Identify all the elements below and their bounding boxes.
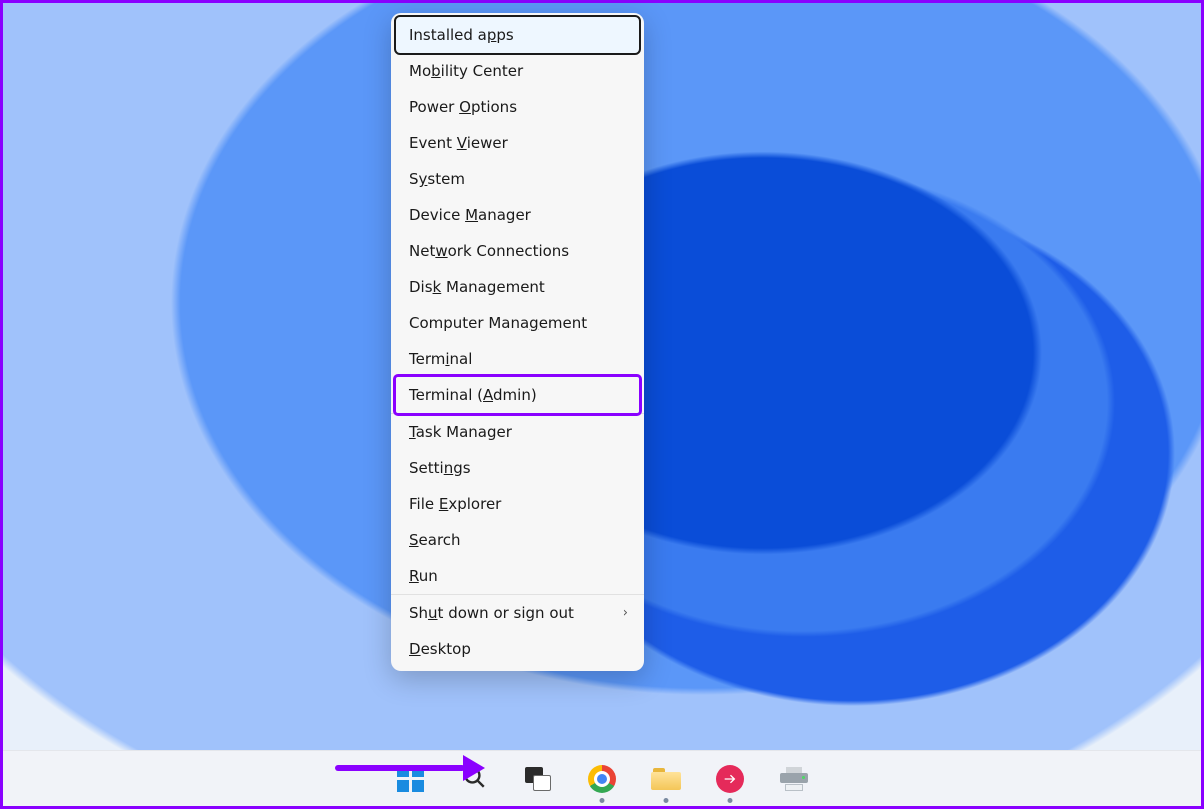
file-explorer-button[interactable]	[646, 759, 686, 799]
menu-item-mobility-center[interactable]: Mobility Center	[391, 53, 644, 89]
running-indicator-icon	[664, 798, 669, 803]
start-button[interactable]	[390, 759, 430, 799]
chrome-icon	[588, 765, 616, 793]
search-button[interactable]	[454, 759, 494, 799]
printer-icon	[780, 767, 808, 791]
search-icon	[461, 764, 487, 794]
menu-item-settings[interactable]: Settings	[391, 450, 644, 486]
menu-item-installed-apps[interactable]: Installed apps	[396, 17, 639, 53]
task-view-icon	[525, 767, 551, 791]
windows-start-icon	[397, 765, 424, 792]
menu-item-computer-management[interactable]: Computer Management	[391, 305, 644, 341]
menu-item-terminal-admin[interactable]: Terminal (Admin)	[396, 377, 639, 413]
taskbar	[3, 750, 1201, 806]
printer-button[interactable]	[774, 759, 814, 799]
menu-item-event-viewer[interactable]: Event Viewer	[391, 125, 644, 161]
task-view-button[interactable]	[518, 759, 558, 799]
sharex-icon	[716, 765, 744, 793]
menu-item-shut-down-or-sign-out[interactable]: Shut down or sign out›	[391, 595, 644, 631]
menu-item-search[interactable]: Search	[391, 522, 644, 558]
menu-item-terminal[interactable]: Terminal	[391, 341, 644, 377]
menu-item-system[interactable]: System	[391, 161, 644, 197]
running-indicator-icon	[600, 798, 605, 803]
menu-item-power-options[interactable]: Power Options	[391, 89, 644, 125]
chrome-button[interactable]	[582, 759, 622, 799]
folder-icon	[651, 768, 681, 790]
running-indicator-icon	[728, 798, 733, 803]
sharex-button[interactable]	[710, 759, 750, 799]
menu-item-network-connections[interactable]: Network Connections	[391, 233, 644, 269]
chevron-right-icon: ›	[623, 606, 628, 621]
menu-item-task-manager[interactable]: Task Manager	[391, 414, 644, 450]
desktop-wallpaper[interactable]: Installed appsMobility CenterPower Optio…	[3, 3, 1201, 750]
menu-item-run[interactable]: Run	[391, 558, 644, 594]
winx-context-menu: Installed appsMobility CenterPower Optio…	[391, 13, 644, 671]
menu-item-device-manager[interactable]: Device Manager	[391, 197, 644, 233]
menu-item-desktop[interactable]: Desktop	[391, 631, 644, 667]
menu-item-disk-management[interactable]: Disk Management	[391, 269, 644, 305]
menu-item-file-explorer[interactable]: File Explorer	[391, 486, 644, 522]
